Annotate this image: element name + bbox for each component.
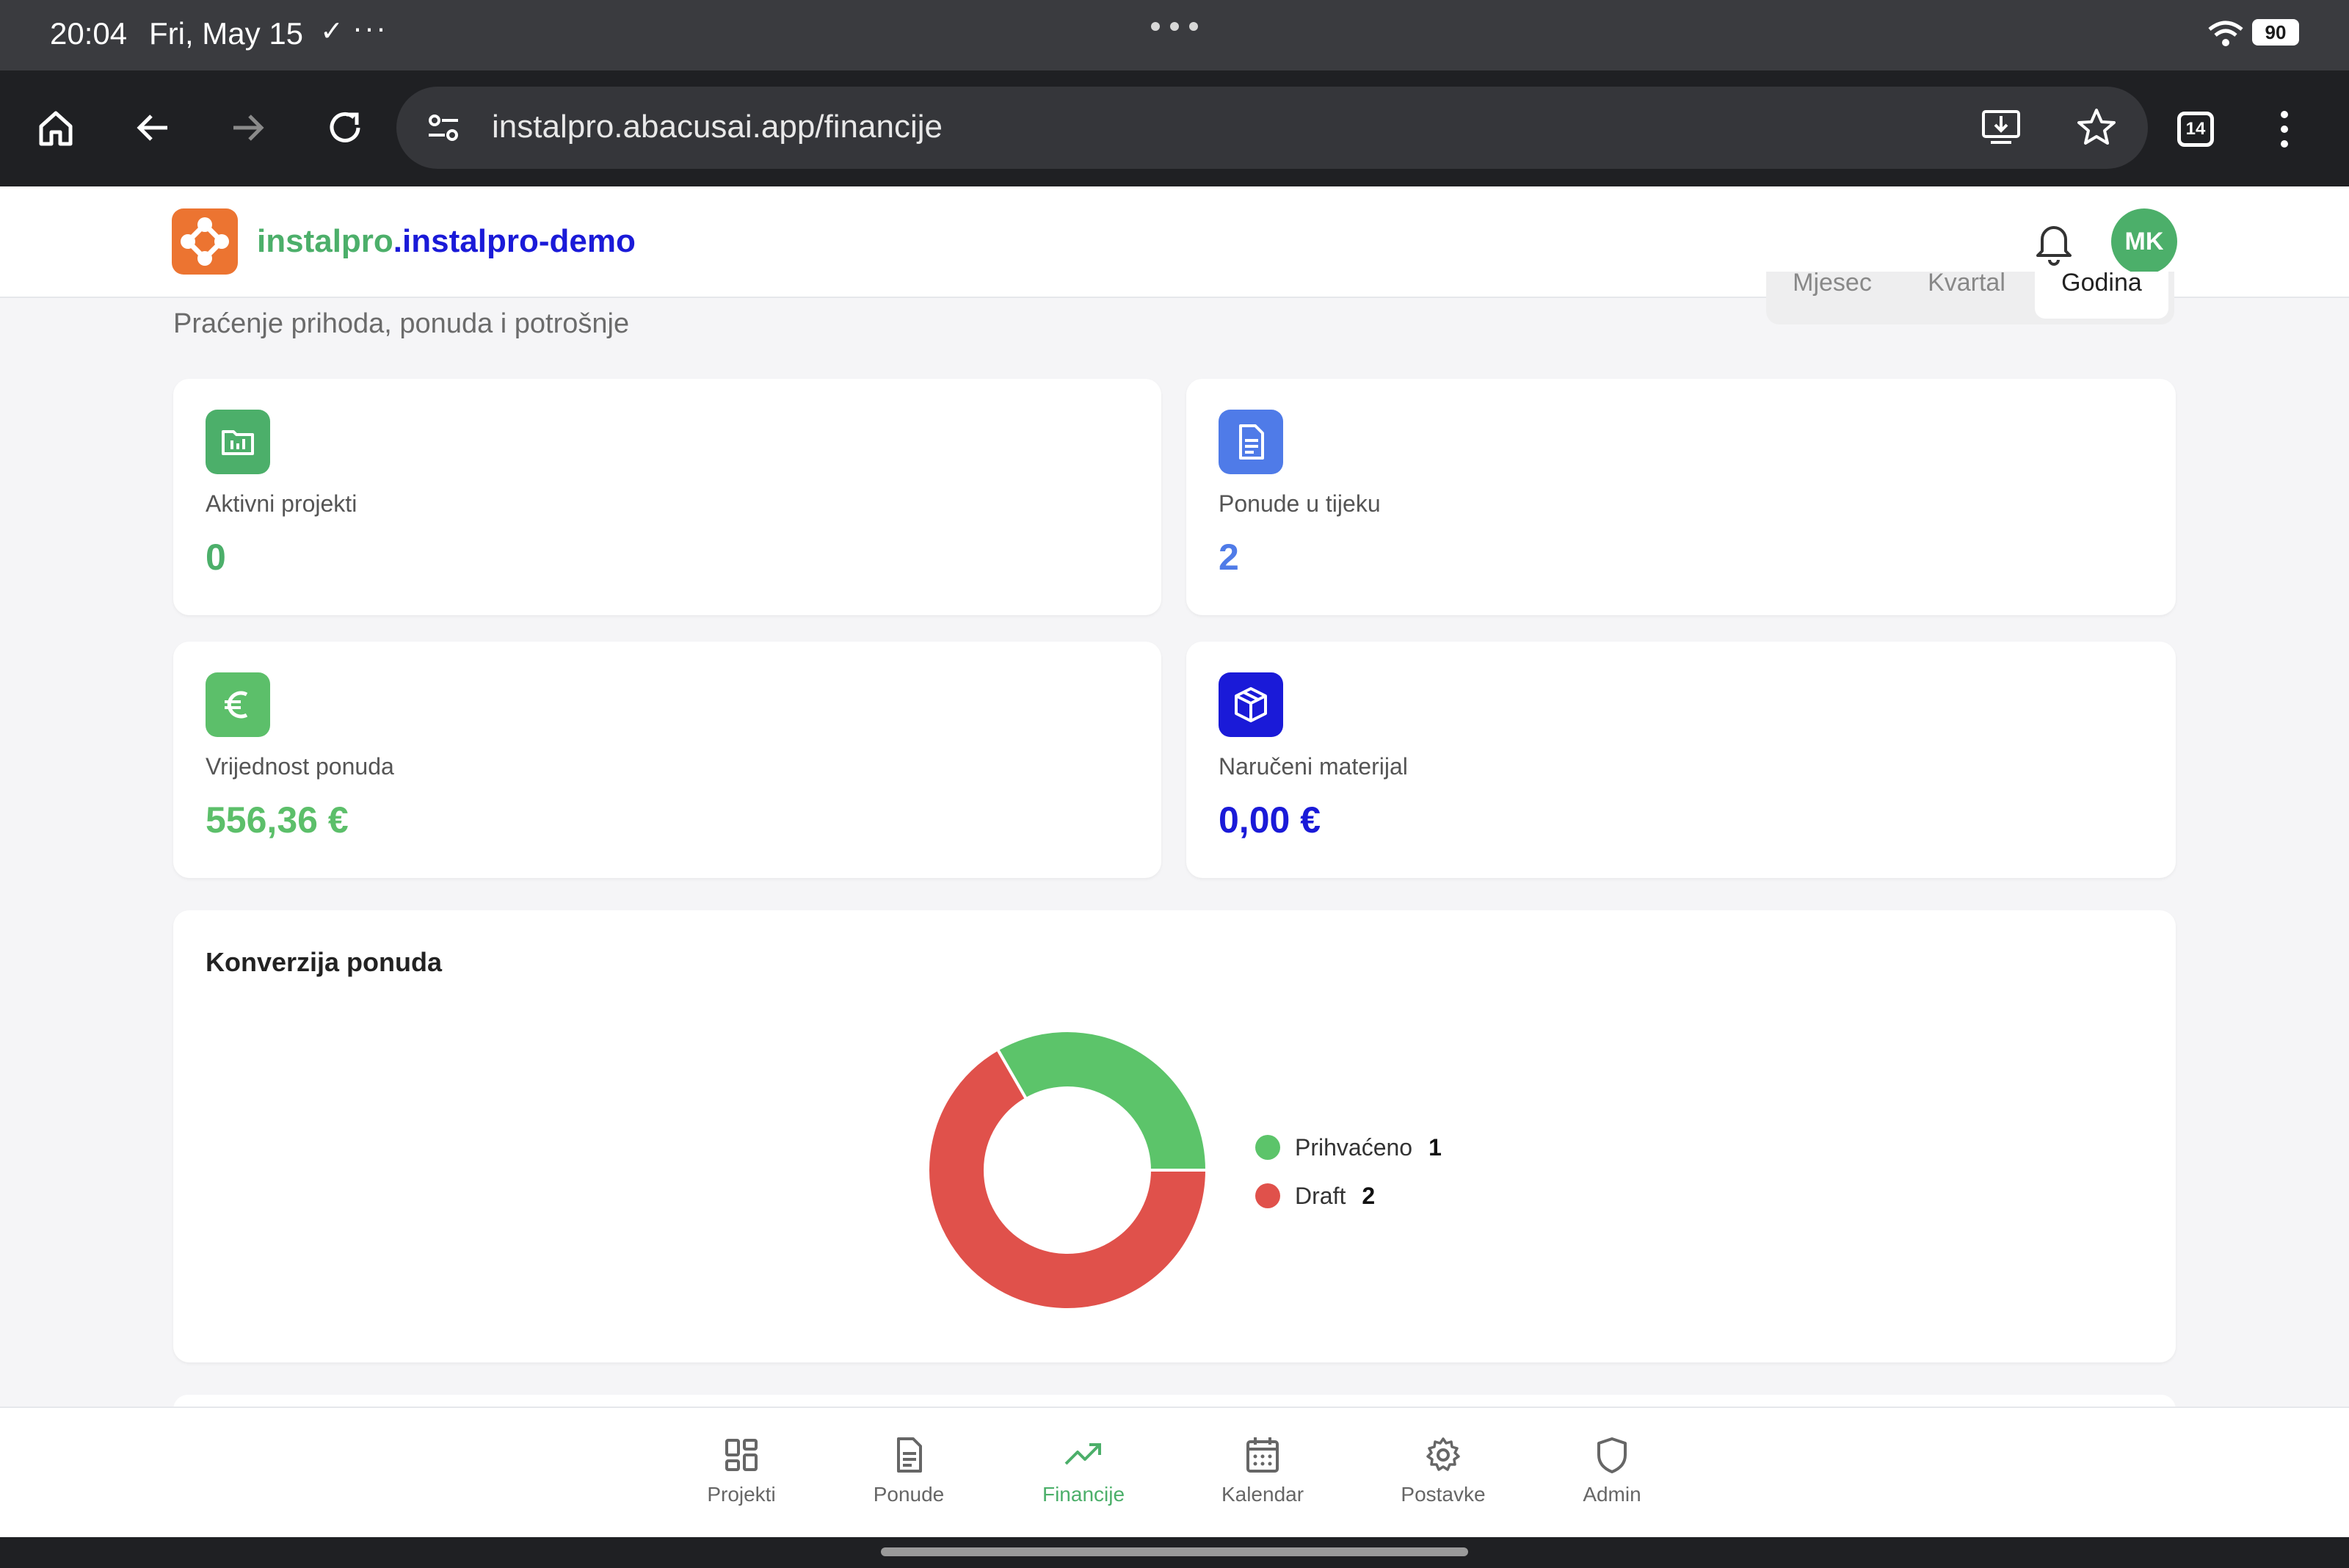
home-icon[interactable] (32, 104, 79, 151)
address-bar[interactable]: instalpro.abacusai.app/financije (396, 87, 2148, 169)
legend-label: Draft (1295, 1182, 1346, 1209)
app-logo-icon[interactable] (172, 208, 238, 275)
gesture-navigation-bar (0, 1537, 2349, 1568)
euro-icon (206, 672, 270, 737)
multitask-handle-icon[interactable] (1151, 22, 1198, 31)
stat-label: Aktivni projekti (206, 490, 357, 517)
gear-icon (1426, 1437, 1460, 1471)
donut-slice-prihvaćeno[interactable] (995, 1029, 1209, 1172)
back-arrow-icon[interactable] (129, 104, 176, 151)
home-gesture-handle[interactable] (881, 1547, 1468, 1556)
reload-icon[interactable] (322, 104, 368, 151)
document-icon (897, 1437, 922, 1473)
page-subtitle: Praćenje prihoda, ponuda i potrošnje (173, 308, 630, 339)
period-tab-year[interactable]: Godina (2035, 272, 2168, 319)
wifi-icon (2208, 21, 2243, 46)
grid-icon (725, 1439, 758, 1471)
calendar-icon (1246, 1437, 1279, 1473)
more-notifications-icon: ··· (352, 10, 388, 45)
package-icon (1219, 672, 1283, 737)
bookmark-star-icon[interactable] (2074, 106, 2119, 150)
period-tab-month[interactable]: Mjesec (1766, 272, 1898, 319)
stat-value: 556,36 € (206, 799, 349, 841)
nav-item-admin[interactable]: Admin (1539, 1434, 1685, 1506)
status-time: 20:04 (50, 16, 128, 51)
browser-toolbar: instalpro.abacusai.app/financije 14 (0, 70, 2349, 186)
nav-item-kalendar[interactable]: Kalendar (1189, 1434, 1336, 1506)
notification-bell-icon[interactable] (2032, 219, 2076, 266)
nav-item-financije[interactable]: Financije (1010, 1434, 1157, 1506)
checkmark-icon: ✓ (320, 16, 344, 47)
battery-indicator: 90 (2252, 19, 2299, 46)
legend-count: 2 (1362, 1182, 1376, 1209)
shield-icon (1597, 1437, 1627, 1473)
period-selector: Mjesec Kvartal Godina (1766, 272, 2174, 324)
url-text[interactable]: instalpro.abacusai.app/financije (492, 109, 943, 145)
stat-value: 0,00 € (1219, 799, 1321, 841)
stat-card-active-projects: Aktivni projekti 0 (173, 379, 1161, 615)
stat-label: Naručeni materijal (1219, 753, 1408, 780)
trending-up-icon (1064, 1443, 1101, 1465)
legend-swatch (1255, 1183, 1280, 1208)
period-tab-quarter[interactable]: Kvartal (1898, 272, 2035, 319)
stat-value: 2 (1219, 537, 1239, 578)
chart-legend: Prihvaćeno 1 Draft 2 (1255, 1123, 1442, 1220)
nav-label: Admin (1583, 1483, 1641, 1506)
status-date: Fri, May 15 (149, 16, 304, 51)
brand-name[interactable]: instalpro.instalpro-demo (257, 223, 636, 260)
nav-label: Projekti (707, 1483, 776, 1506)
user-avatar[interactable]: MK (2111, 208, 2177, 275)
legend-swatch (1255, 1135, 1280, 1160)
nav-label: Financije (1042, 1483, 1125, 1506)
legend-label: Prihvaćeno (1295, 1133, 1413, 1161)
system-status-bar: 20:04 Fri, May 15 ✓ ··· 90 (0, 0, 2349, 70)
stat-label: Vrijednost ponuda (206, 753, 394, 780)
chart-title: Konverzija ponuda (206, 947, 443, 977)
stat-card-ordered-material: Naručeni materijal 0,00 € (1186, 642, 2176, 878)
legend-item-draft[interactable]: Draft 2 (1255, 1172, 1442, 1220)
nav-label: Ponude (873, 1483, 945, 1506)
offer-conversion-card: Konverzija ponuda Prihvaćeno 1 Draft 2 (173, 910, 2176, 1362)
folder-chart-icon (206, 410, 270, 474)
stat-value: 0 (206, 537, 226, 578)
stat-card-offers-in-progress: Ponude u tijeku 2 (1186, 379, 2176, 615)
tab-switcher-button[interactable]: 14 (2177, 112, 2214, 147)
nav-item-postavke[interactable]: Postavke (1370, 1434, 1517, 1506)
nav-label: Kalendar (1221, 1483, 1304, 1506)
legend-item-accepted[interactable]: Prihvaćeno 1 (1255, 1123, 1442, 1172)
browser-menu-icon[interactable] (2276, 107, 2293, 151)
brand-app-name: instalpro (257, 223, 393, 259)
donut-chart (926, 1029, 1209, 1311)
brand-tenant-name: .instalpro-demo (393, 223, 636, 259)
legend-count: 1 (1428, 1133, 1442, 1161)
nav-item-ponude[interactable]: Ponude (835, 1434, 982, 1506)
forward-arrow-icon[interactable] (225, 104, 272, 151)
install-app-icon[interactable] (1979, 106, 2023, 150)
nav-item-projekti[interactable]: Projekti (668, 1434, 815, 1506)
nav-label: Postavke (1401, 1483, 1486, 1506)
site-settings-icon[interactable] (426, 110, 461, 145)
document-icon (1219, 410, 1283, 474)
stat-card-offer-value: Vrijednost ponuda 556,36 € (173, 642, 1161, 878)
bottom-navigation: Projekti Ponude Financije Kalendar Posta… (0, 1407, 2349, 1537)
stat-label: Ponude u tijeku (1219, 490, 1381, 517)
